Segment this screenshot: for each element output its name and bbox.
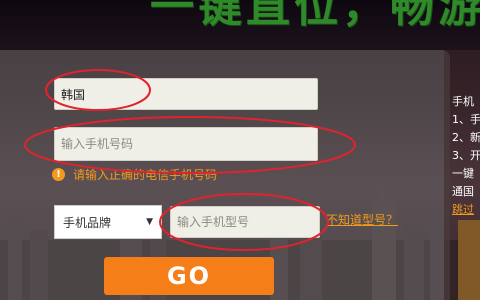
unknown-model-link[interactable]: 不知道型号？ (326, 211, 398, 228)
skip-link[interactable]: 跳过 (452, 204, 474, 216)
hint-text: 请输入正确的电信手机号码 (73, 168, 218, 182)
country-value: 韩国 (61, 87, 86, 102)
go-button[interactable]: GO (104, 257, 274, 295)
phone-model-field[interactable] (170, 206, 320, 238)
page: 一键直位，畅游全 手机 1、手 2、新 3、开 一键 通国 跳过 韩国 ! 请输… (0, 0, 480, 300)
phone-number-field[interactable] (54, 127, 318, 161)
phone-brand-select[interactable]: 手机品牌 ▼ (54, 205, 162, 239)
info-line-6: 通国 (452, 185, 474, 198)
brand-select-label: 手机品牌 (63, 215, 112, 230)
info-line-1: 手机 (452, 95, 474, 108)
warning-icon: ! (52, 168, 65, 181)
chevron-down-icon: ▼ (146, 217, 153, 227)
phone-model-input[interactable] (177, 215, 319, 229)
info-line-3: 2、新 (452, 131, 480, 144)
info-line-5: 一键 (452, 167, 474, 180)
phone-number-input[interactable] (61, 137, 317, 151)
banner-headline: 一键直位，畅游全 (150, 0, 480, 32)
info-line-4: 3、开 (452, 149, 480, 162)
validation-hint: ! 请输入正确的电信手机号码 (52, 166, 217, 183)
country-field[interactable]: 韩国 (54, 78, 318, 110)
info-line-2: 1、手 (452, 113, 480, 126)
